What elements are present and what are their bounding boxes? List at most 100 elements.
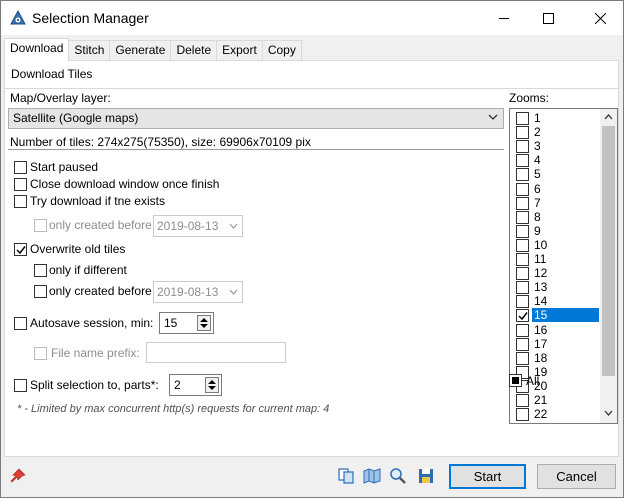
autosave-checkbox[interactable] (14, 317, 27, 330)
zoom-label: 13 (534, 280, 548, 295)
zoom-item[interactable]: 13 (511, 280, 599, 295)
zoom-label: 17 (534, 336, 548, 351)
zooms-scrollbar[interactable] (600, 109, 617, 423)
zoom-item[interactable]: 5 (511, 167, 599, 182)
zoom-checkbox[interactable] (516, 394, 529, 407)
overwrite-only-created-before-checkbox[interactable] (34, 285, 47, 298)
zoom-item[interactable]: 4 (511, 153, 599, 168)
zoom-item[interactable]: 14 (511, 294, 599, 309)
try-date-picker[interactable]: 2019-08-13 (153, 215, 243, 237)
try-only-created-before-checkbox[interactable] (34, 219, 47, 232)
split-checkbox[interactable] (14, 379, 27, 392)
zoom-item[interactable]: 8 (511, 210, 599, 224)
chevron-down-icon[interactable] (604, 410, 613, 416)
zoom-label: 12 (534, 266, 548, 281)
file-prefix-input[interactable] (146, 342, 286, 363)
zoom-checkbox[interactable] (516, 253, 529, 266)
zoom-checkbox[interactable] (516, 182, 529, 196)
zoom-checkbox[interactable] (516, 267, 529, 281)
zoom-item[interactable]: 2 (511, 125, 599, 140)
zoom-item[interactable]: 9 (511, 224, 599, 238)
chevron-up-icon[interactable] (604, 114, 613, 120)
tab-copy[interactable]: Copy (261, 40, 302, 61)
cancel-button[interactable]: Cancel (537, 464, 616, 489)
try-only-created-before-label: only created before (49, 218, 152, 232)
zoom-label: 4 (534, 153, 541, 168)
zoom-item[interactable]: 19 (511, 365, 599, 379)
tab-stitch[interactable]: Stitch (68, 40, 111, 61)
start-button[interactable]: Start (449, 464, 526, 489)
zoom-checkbox[interactable] (516, 295, 529, 309)
zoom-checkbox[interactable] (516, 238, 529, 252)
only-if-different-checkbox[interactable] (34, 264, 47, 277)
zoom-checkbox[interactable] (516, 323, 529, 337)
start-paused-checkbox[interactable] (14, 161, 27, 174)
tab-delete[interactable]: Delete (170, 40, 218, 61)
zoom-checkbox[interactable] (516, 309, 529, 323)
section-divider (5, 88, 618, 89)
zoom-checkbox[interactable] (516, 154, 529, 168)
zoom-item[interactable]: 16 (511, 323, 599, 337)
zoom-checkbox[interactable] (516, 408, 529, 422)
try-download-checkbox[interactable] (14, 195, 27, 208)
maximize-button[interactable] (525, 1, 571, 35)
zoom-label: 10 (534, 237, 548, 252)
copy-icon[interactable] (337, 467, 355, 485)
zoom-checkbox[interactable] (516, 140, 529, 154)
tab-export[interactable]: Export (216, 40, 263, 61)
overwrite-only-created-before-label: only created before (49, 284, 152, 298)
zoom-checkbox[interactable] (516, 112, 529, 125)
overwrite-date-picker[interactable]: 2019-08-13 (153, 281, 243, 303)
zoom-item[interactable]: 22 (511, 407, 599, 422)
app-icon (10, 10, 26, 25)
tab-generate[interactable]: Generate (109, 40, 172, 61)
save-icon[interactable] (417, 467, 435, 485)
tab-download[interactable]: Download (4, 38, 70, 61)
chevron-down-icon (229, 289, 238, 295)
zoom-item[interactable]: 20 (511, 379, 599, 393)
minimize-icon (498, 17, 509, 19)
zoom-item[interactable]: 17 (511, 337, 599, 351)
layer-select[interactable]: Satellite (Google maps) (8, 108, 504, 129)
close-window-checkbox[interactable] (14, 178, 27, 191)
close-button[interactable] (577, 1, 623, 35)
zoom-item[interactable]: 7 (511, 196, 599, 210)
zoom-checkbox[interactable] (516, 351, 529, 365)
zoom-label: 14 (534, 294, 548, 309)
spin-up-down-icon (208, 380, 216, 390)
zoom-search-icon[interactable] (389, 467, 407, 485)
zoom-item[interactable]: 12 (511, 266, 599, 281)
zooms-label: Zooms: (509, 91, 550, 105)
file-prefix-checkbox[interactable] (34, 347, 47, 360)
zoom-checkbox[interactable] (516, 224, 529, 238)
split-spinner[interactable]: 2 (169, 374, 222, 396)
spin-buttons[interactable] (205, 377, 219, 393)
overwrite-checkbox[interactable] (14, 243, 27, 256)
pin-icon[interactable] (10, 468, 26, 484)
zoom-item[interactable]: 3 (511, 139, 599, 154)
zoom-item[interactable]: 1 (511, 111, 599, 125)
file-prefix-label: File name prefix: (51, 346, 140, 360)
zoom-checkbox[interactable] (516, 168, 529, 182)
spin-up-down-icon (200, 318, 208, 328)
zoom-item[interactable]: 15 (511, 308, 599, 323)
try-download-label: Try download if tne exists (30, 194, 165, 208)
zoom-item[interactable]: 11 (511, 252, 599, 266)
autosave-value: 15 (164, 316, 178, 330)
zoom-item[interactable]: 21 (511, 393, 599, 407)
zoom-item[interactable]: 6 (511, 182, 599, 196)
autosave-spinner[interactable]: 15 (159, 312, 214, 334)
all-zooms-checkbox[interactable] (509, 374, 522, 387)
zoom-item[interactable]: 18 (511, 351, 599, 365)
zoom-checkbox[interactable] (516, 196, 529, 210)
map-icon[interactable] (363, 467, 381, 485)
zoom-checkbox[interactable] (516, 126, 529, 140)
zoom-checkbox[interactable] (516, 281, 529, 295)
spin-buttons[interactable] (197, 315, 211, 331)
minimize-button[interactable] (481, 1, 527, 35)
zoom-checkbox[interactable] (516, 337, 529, 351)
zoom-checkbox[interactable] (516, 210, 529, 224)
zooms-scroll-thumb[interactable] (602, 126, 615, 376)
zoom-item[interactable]: 10 (511, 238, 599, 252)
tiles-info: Number of tiles: 274x275(75350), size: 6… (10, 135, 311, 149)
